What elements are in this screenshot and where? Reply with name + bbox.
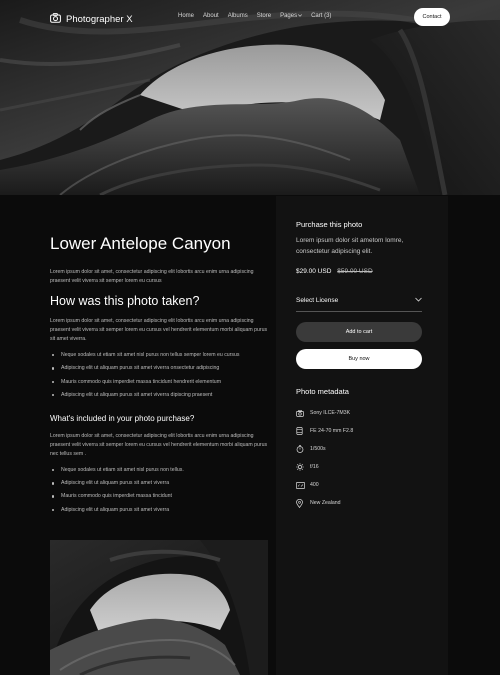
brand-name: Photographer X <box>66 13 133 25</box>
timer-icon <box>296 445 310 454</box>
bullet-list-included: Neque sodales ut etiam sit amet nisl pur… <box>50 467 268 513</box>
metadata-item-lens: FE 24-70 mm F2.8 <box>296 426 422 436</box>
add-to-cart-button[interactable]: Add to cart <box>296 322 422 342</box>
metadata-item-location: New Zealand <box>296 498 422 508</box>
metadata-item-shutter: 1/500s <box>296 444 422 454</box>
top-navbar: Photographer X Home About Albums Store P… <box>0 0 500 34</box>
section-text-included: Lorem ipsum dolor sit amet, consectetur … <box>50 432 268 457</box>
section-text-how-taken: Lorem ipsum dolor sit amet, consectetur … <box>50 318 268 342</box>
metadata-value: 400 <box>310 482 319 489</box>
metadata-item-camera: Sony ILCE-7M3K <box>296 408 422 418</box>
section-heading-included: What's included in your photo purchase? <box>50 413 195 423</box>
list-item: Adipiscing elit ut aliquam purus sit ame… <box>50 392 268 398</box>
list-item: Adipiscing elit ut aliquam purus sit ame… <box>50 480 268 486</box>
metadata-item-aperture: f/16 <box>296 462 422 472</box>
purchase-description: Lorem ipsum dolor sit ametom lomre, cons… <box>296 237 404 255</box>
purchase-title: Purchase this photo <box>296 220 363 229</box>
metadata-item-iso: 400 <box>296 480 422 490</box>
price-row: $29.00 USD $59.00 USD <box>296 268 422 275</box>
metadata-value: Sony ILCE-7M3K <box>310 410 351 416</box>
metadata-value: New Zealand <box>310 500 341 507</box>
location-pin-icon <box>296 498 310 508</box>
camera-icon <box>50 10 61 28</box>
secondary-photo <box>50 540 268 675</box>
intro-text: Lorem ipsum dolor sit amet, consectetur … <box>50 269 254 284</box>
buy-now-button[interactable]: Buy now <box>296 349 422 369</box>
chevron-down-icon <box>415 297 422 304</box>
metadata-list: Sony ILCE-7M3K FE 24-70 mm F2.8 1/500s f… <box>296 408 422 508</box>
license-select[interactable]: Select License <box>296 297 422 312</box>
camera-icon <box>296 409 310 417</box>
nav-link-home[interactable]: Home <box>178 13 194 19</box>
nav-link-store[interactable]: Store <box>257 13 271 19</box>
list-item: Mauris commodo quis imperdiet massa tinc… <box>50 493 268 499</box>
metadata-value: FE 24-70 mm F2.8 <box>310 428 354 435</box>
list-item: Adipiscing elit ut aliquam purus sit ame… <box>50 365 268 371</box>
main-menu: Home About Albums Store Pages Cart (3) <box>178 13 340 19</box>
section-heading-how-taken: How was this photo taken? <box>50 294 200 308</box>
list-item: Neque sodales ut etiam sit amet nisl pur… <box>50 467 268 473</box>
purchase-panel: Purchase this photo Lorem ipsum dolor si… <box>276 196 448 675</box>
aperture-icon <box>296 463 310 471</box>
metadata-title: Photo metadata <box>296 387 349 396</box>
current-price: $29.00 USD <box>296 268 332 275</box>
nav-link-pages[interactable]: Pages <box>280 13 302 19</box>
license-select-label: Select License <box>296 297 339 304</box>
list-item: Mauris commodo quis imperdiet massa tinc… <box>50 379 268 385</box>
nav-link-cart[interactable]: Cart (3) <box>311 13 331 19</box>
bullet-list-how-taken: Neque sodales ut etiam sit amet nisl pur… <box>50 352 268 398</box>
nav-link-about[interactable]: About <box>203 13 219 19</box>
metadata-value: 1/500s <box>310 446 326 453</box>
metadata-value: f/16 <box>310 464 319 471</box>
contact-button[interactable]: Contact <box>414 8 450 26</box>
nav-link-pages-label: Pages <box>280 13 298 19</box>
lens-icon <box>296 427 310 435</box>
list-item: Adipiscing elit ut aliquam purus sit ame… <box>50 507 268 513</box>
list-item: Neque sodales ut etiam sit amet nisl pur… <box>50 352 268 358</box>
nav-link-albums[interactable]: Albums <box>228 13 248 19</box>
page-title: Lower Antelope Canyon <box>50 234 231 253</box>
iso-icon <box>296 481 310 489</box>
brand-logo[interactable]: Photographer X <box>50 10 133 28</box>
original-price: $59.00 USD <box>337 268 373 275</box>
chevron-down-icon <box>298 13 302 19</box>
article-content: Lower Antelope Canyon Lorem ipsum dolor … <box>50 225 268 520</box>
